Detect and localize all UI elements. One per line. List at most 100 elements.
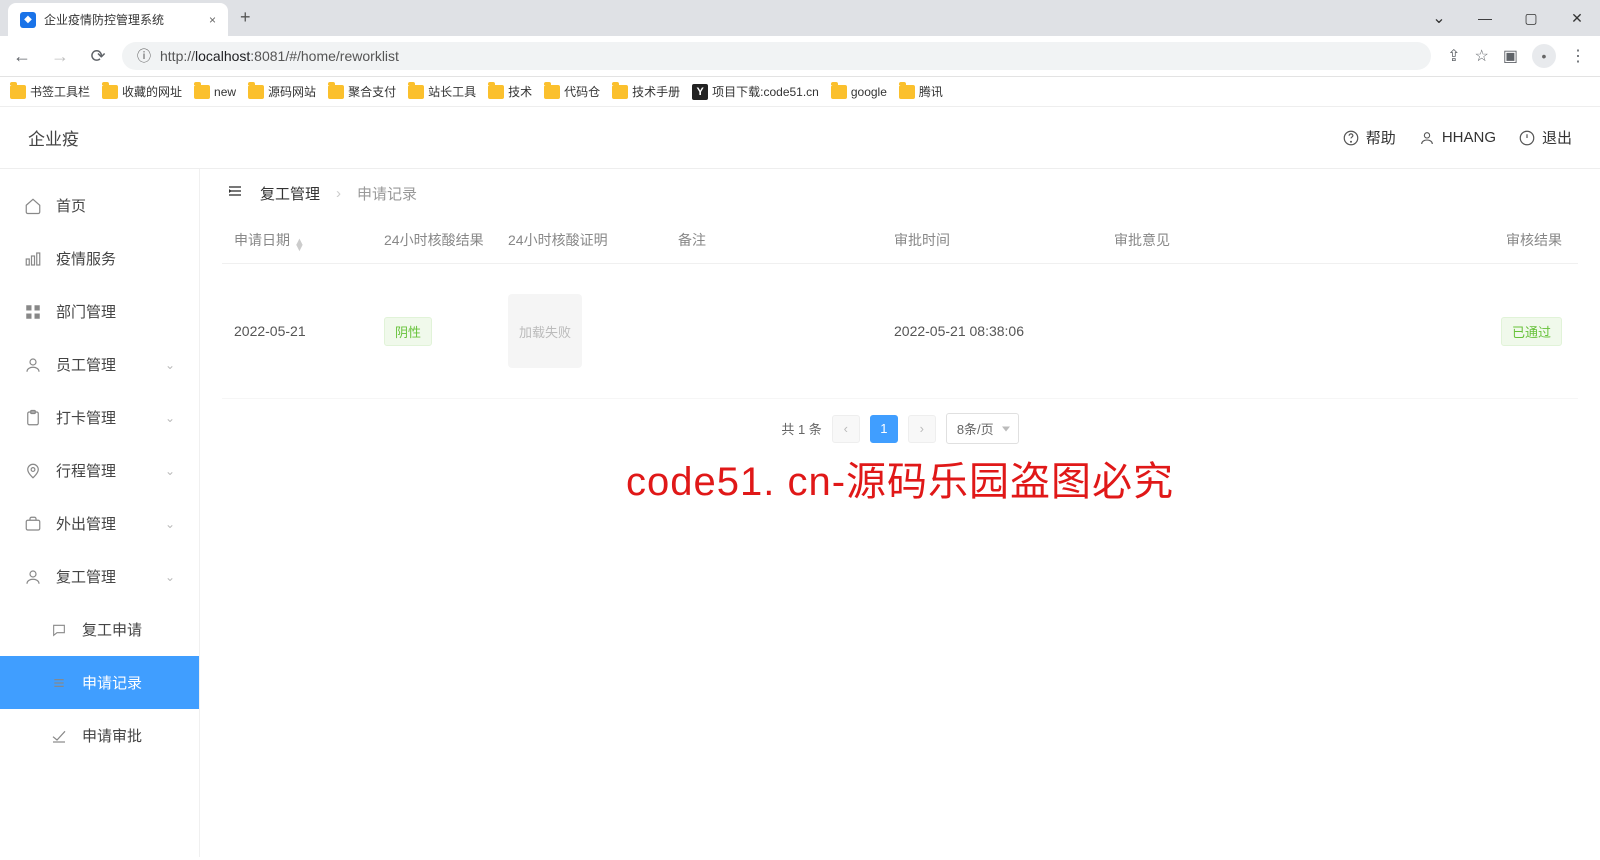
panel-icon[interactable]: ▣: [1503, 46, 1518, 66]
shield-icon: ◆: [20, 12, 36, 28]
folder-icon: [612, 85, 628, 99]
folder-icon: [328, 85, 344, 99]
reload-button[interactable]: ⟳: [84, 42, 112, 70]
bookmark-item[interactable]: Y项目下载:code51.cn: [692, 83, 819, 100]
sidebar-item-label: 行程管理: [56, 460, 116, 481]
bookmark-label: 项目下载:code51.cn: [712, 83, 819, 100]
bookmark-item[interactable]: 技术: [488, 83, 532, 100]
folder-icon: [248, 85, 264, 99]
page-1-button[interactable]: 1: [870, 415, 898, 443]
close-window-button[interactable]: ✕: [1554, 0, 1600, 36]
bookmark-item[interactable]: 源码网站: [248, 83, 316, 100]
chevron-down-icon: ⌄: [165, 411, 175, 425]
prev-page-button[interactable]: ‹: [832, 415, 860, 443]
tab-title: 企业疫情防控管理系统: [44, 11, 164, 28]
bookmark-label: new: [214, 85, 236, 99]
info-icon: ⓘ: [136, 48, 152, 64]
col-proof: 24小时核酸证明: [500, 230, 670, 251]
pagination-total: 共 1 条: [781, 419, 821, 438]
app-root: 企业疫 帮助 HHANG 退出 首页疫情服务部门管理员工管理⌄打卡管理⌄行程管理…: [0, 107, 1600, 857]
briefcase-icon: [24, 515, 42, 533]
col-date[interactable]: 申请日期▲▼: [226, 230, 376, 251]
sidebar-item[interactable]: 外出管理⌄: [0, 497, 199, 550]
bookmark-item[interactable]: 收藏的网址: [102, 83, 182, 100]
menu-toggle-icon[interactable]: [226, 183, 244, 204]
image-placeholder[interactable]: 加载失败: [508, 294, 582, 368]
home-icon: [24, 197, 42, 215]
bookmark-item[interactable]: 腾讯: [899, 83, 943, 100]
main-content: 复工管理 › 申请记录 申请日期▲▼ 24小时核酸结果 24小时核酸证明 备注 …: [200, 169, 1600, 857]
back-button[interactable]: ←: [8, 42, 36, 70]
bookmark-item[interactable]: new: [194, 85, 236, 99]
sidebar: 首页疫情服务部门管理员工管理⌄打卡管理⌄行程管理⌄外出管理⌄复工管理⌄复工申请申…: [0, 169, 200, 857]
chevron-down-icon: ⌄: [165, 358, 175, 372]
new-tab-button[interactable]: +: [228, 0, 263, 36]
bookmark-label: 源码网站: [268, 83, 316, 100]
forward-button[interactable]: →: [46, 42, 74, 70]
menu-icon[interactable]: ⋮: [1570, 46, 1586, 66]
user-button[interactable]: HHANG: [1418, 129, 1496, 146]
sidebar-item[interactable]: 员工管理 ⌄: [0, 338, 199, 391]
sidebar-item-label: 疫情服务: [56, 248, 116, 269]
page-size-select[interactable]: 8条/页: [946, 413, 1019, 444]
help-label: 帮助: [1366, 127, 1396, 148]
browser-tab[interactable]: ◆ 企业疫情防控管理系统 ×: [8, 3, 228, 36]
sidebar-item[interactable]: 打卡管理⌄: [0, 391, 199, 444]
list-icon: [50, 675, 68, 691]
table-body: 2022-05-21阴性加载失败2022-05-21 08:38:06已通过: [222, 264, 1578, 399]
sidebar-item-label: 申请记录: [82, 672, 142, 693]
sidebar-subitem[interactable]: 申请审批: [0, 709, 199, 762]
sidebar-item-label: 员工管理: [56, 354, 116, 375]
clipboard-icon: [24, 409, 42, 427]
cell-proof: 加载失败: [500, 294, 670, 368]
sidebar-item[interactable]: 行程管理⌄: [0, 444, 199, 497]
col-remark: 备注: [670, 230, 886, 251]
logout-label: 退出: [1542, 127, 1572, 148]
bookmark-item[interactable]: 代码仓: [544, 83, 600, 100]
logout-button[interactable]: 退出: [1518, 127, 1572, 148]
address-bar: ← → ⟳ ⓘ http://localhost:8081/#/home/rew…: [0, 36, 1600, 77]
app-header: 企业疫 帮助 HHANG 退出: [0, 107, 1600, 169]
app-body: 首页疫情服务部门管理员工管理⌄打卡管理⌄行程管理⌄外出管理⌄复工管理⌄复工申请申…: [0, 169, 1600, 857]
address-actions: ⇪ ☆ ▣ • ⋮: [1441, 44, 1592, 68]
sidebar-item-label: 复工管理: [56, 566, 116, 587]
sidebar-subitem[interactable]: 申请记录: [0, 656, 199, 709]
close-icon[interactable]: ×: [209, 13, 216, 27]
sidebar-item[interactable]: 复工管理 ⌄: [0, 550, 199, 603]
bookmark-item[interactable]: 技术手册: [612, 83, 680, 100]
bookmark-label: 聚合支付: [348, 83, 396, 100]
breadcrumb-parent[interactable]: 复工管理: [260, 183, 320, 204]
help-icon: [1342, 129, 1360, 147]
table-header: 申请日期▲▼ 24小时核酸结果 24小时核酸证明 备注 审批时间 审批意见 审核…: [222, 218, 1578, 264]
chevron-down-icon: ⌄: [165, 517, 175, 531]
bookmark-item[interactable]: 站长工具: [408, 83, 476, 100]
bookmark-bar: 书签工具栏收藏的网址 new 源码网站 聚合支付站长工具技术代码仓技术手册 Y项目下载:…: [0, 77, 1600, 107]
maximize-button[interactable]: ▢: [1508, 0, 1554, 36]
folder-icon: [488, 85, 504, 99]
help-button[interactable]: 帮助: [1342, 127, 1396, 148]
site-icon: Y: [692, 84, 708, 100]
sidebar-subitem[interactable]: 复工申请: [0, 603, 199, 656]
chevron-down-icon[interactable]: ⌄: [1416, 0, 1462, 36]
url-input[interactable]: ⓘ http://localhost:8081/#/home/reworklis…: [122, 42, 1431, 70]
bookmark-label: 腾讯: [919, 83, 943, 100]
bookmark-label: 书签工具栏: [30, 83, 90, 100]
breadcrumb: 复工管理 › 申请记录: [200, 183, 1600, 218]
bookmark-item[interactable]: 聚合支付: [328, 83, 396, 100]
folder-icon: [10, 85, 26, 99]
next-page-button[interactable]: ›: [908, 415, 936, 443]
minimize-button[interactable]: —: [1462, 0, 1508, 36]
star-icon[interactable]: ☆: [1475, 46, 1489, 66]
check-icon: [50, 728, 68, 744]
bookmark-item[interactable]: google: [831, 85, 887, 99]
status-badge: 阴性: [384, 317, 432, 346]
app-logo: 企业疫: [28, 125, 79, 150]
chevron-down-icon: ⌄: [165, 570, 175, 584]
profile-icon[interactable]: •: [1532, 44, 1556, 68]
sidebar-item[interactable]: 部门管理: [0, 285, 199, 338]
chart-icon: [24, 250, 42, 268]
sidebar-item[interactable]: 疫情服务: [0, 232, 199, 285]
bookmark-item[interactable]: 书签工具栏: [10, 83, 90, 100]
share-icon[interactable]: ⇪: [1447, 46, 1460, 66]
sidebar-item[interactable]: 首页: [0, 179, 199, 232]
